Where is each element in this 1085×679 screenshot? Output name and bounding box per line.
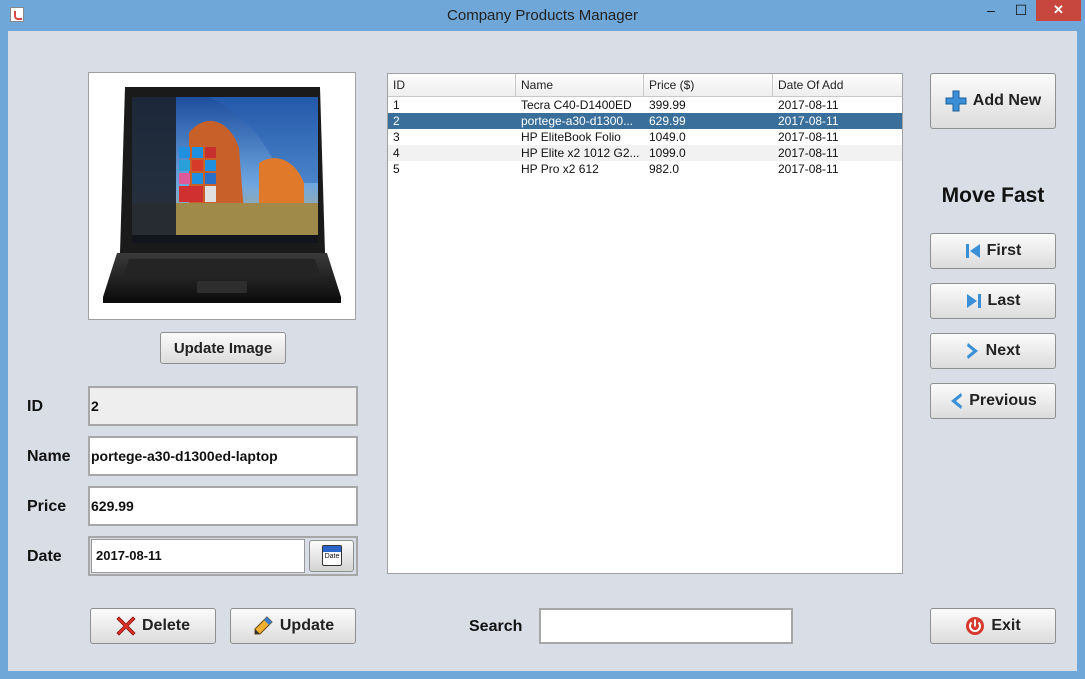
first-icon [965, 242, 981, 260]
name-label: Name [27, 448, 71, 465]
id-field[interactable]: 2 [88, 386, 358, 426]
cell-name: Tecra C40-D1400ED [521, 98, 632, 112]
column-header-date[interactable]: Date Of Add [773, 74, 902, 96]
last-label: Last [987, 292, 1021, 309]
pencil-icon [252, 615, 274, 637]
plus-icon [945, 90, 967, 112]
date-chooser: 2017-08-11 Date [88, 536, 358, 576]
column-header-name[interactable]: Name [516, 74, 644, 96]
app-window: Company Products Manager – ☐ ✕ Update Im… [0, 0, 1085, 679]
cell-price: 982.0 [649, 162, 680, 176]
search-input[interactable] [539, 608, 793, 644]
products-table[interactable]: ID Name Price ($) Date Of Add 1 Tecra C4… [387, 73, 903, 574]
price-field[interactable]: 629.99 [88, 486, 358, 526]
next-button[interactable]: Next [930, 333, 1056, 369]
cell-id: 4 [393, 146, 400, 160]
next-label: Next [985, 342, 1021, 359]
previous-button[interactable]: Previous [930, 383, 1056, 419]
laptop-image [103, 87, 341, 303]
date-field[interactable]: 2017-08-11 [91, 539, 305, 573]
title-bar[interactable]: Company Products Manager – ☐ ✕ [0, 0, 1085, 31]
cell-date: 2017-08-11 [778, 98, 839, 112]
delete-x-icon [116, 616, 136, 636]
id-label: ID [27, 398, 43, 415]
first-button[interactable]: First [930, 233, 1056, 269]
exit-label: Exit [991, 617, 1021, 634]
table-row[interactable]: 5 HP Pro x2 612 982.0 2017-08-11 [388, 161, 902, 177]
add-new-label: Add New [972, 92, 1042, 109]
cell-price: 1049.0 [649, 130, 686, 144]
cell-id: 3 [393, 130, 400, 144]
calendar-icon: Date [322, 545, 342, 566]
close-button[interactable]: ✕ [1036, 0, 1081, 21]
chevron-right-icon [966, 342, 980, 360]
column-header-price[interactable]: Price ($) [644, 74, 773, 96]
cell-id: 5 [393, 162, 400, 176]
update-label: Update [279, 617, 335, 634]
cell-name: HP Pro x2 612 [521, 162, 599, 176]
name-field[interactable]: portege-a30-d1300ed-laptop [88, 436, 358, 476]
cell-date: 2017-08-11 [778, 146, 839, 160]
power-icon [965, 616, 985, 636]
price-label: Price [27, 498, 67, 515]
table-row[interactable]: 3 HP EliteBook Folio 1049.0 2017-08-11 [388, 129, 902, 145]
minimize-button[interactable]: – [976, 0, 1006, 21]
cell-id: 1 [393, 98, 400, 112]
main-panel: Update Image ID 2 Name portege-a30-d1300… [8, 31, 1077, 671]
cell-date: 2017-08-11 [778, 114, 839, 128]
window-title: Company Products Manager [447, 7, 638, 24]
cell-name: portege-a30-d1300... [521, 114, 634, 128]
last-button[interactable]: Last [930, 283, 1056, 319]
cell-name: HP Elite x2 1012 G2... [521, 146, 640, 160]
update-button[interactable]: Update [230, 608, 356, 644]
exit-button[interactable]: Exit [930, 608, 1056, 644]
column-header-id[interactable]: ID [388, 74, 516, 96]
cell-date: 2017-08-11 [778, 162, 839, 176]
first-label: First [986, 242, 1022, 259]
delete-label: Delete [141, 617, 191, 634]
cell-price: 629.99 [649, 114, 686, 128]
cell-price: 1099.0 [649, 146, 686, 160]
previous-label: Previous [969, 392, 1037, 409]
cell-name: HP EliteBook Folio [521, 130, 621, 144]
move-fast-heading: Move Fast [941, 184, 1045, 207]
table-row[interactable]: 1 Tecra C40-D1400ED 399.99 2017-08-11 [388, 97, 902, 113]
maximize-button[interactable]: ☐ [1006, 0, 1036, 21]
add-new-button[interactable]: Add New [930, 73, 1056, 129]
table-row[interactable]: 4 HP Elite x2 1012 G2... 1099.0 2017-08-… [388, 145, 902, 161]
table-header: ID Name Price ($) Date Of Add [388, 74, 902, 97]
date-picker-button[interactable]: Date [309, 540, 354, 572]
search-label: Search [469, 618, 523, 635]
last-icon [966, 292, 982, 310]
update-image-button[interactable]: Update Image [160, 332, 286, 364]
cell-date: 2017-08-11 [778, 130, 839, 144]
table-row-selected[interactable]: 2 portege-a30-d1300... 629.99 2017-08-11 [388, 113, 902, 129]
date-label: Date [27, 548, 62, 565]
chevron-left-icon [949, 392, 963, 410]
product-image-box [88, 72, 356, 320]
cell-id: 2 [393, 114, 400, 128]
delete-button[interactable]: Delete [90, 608, 216, 644]
cell-price: 399.99 [649, 98, 686, 112]
